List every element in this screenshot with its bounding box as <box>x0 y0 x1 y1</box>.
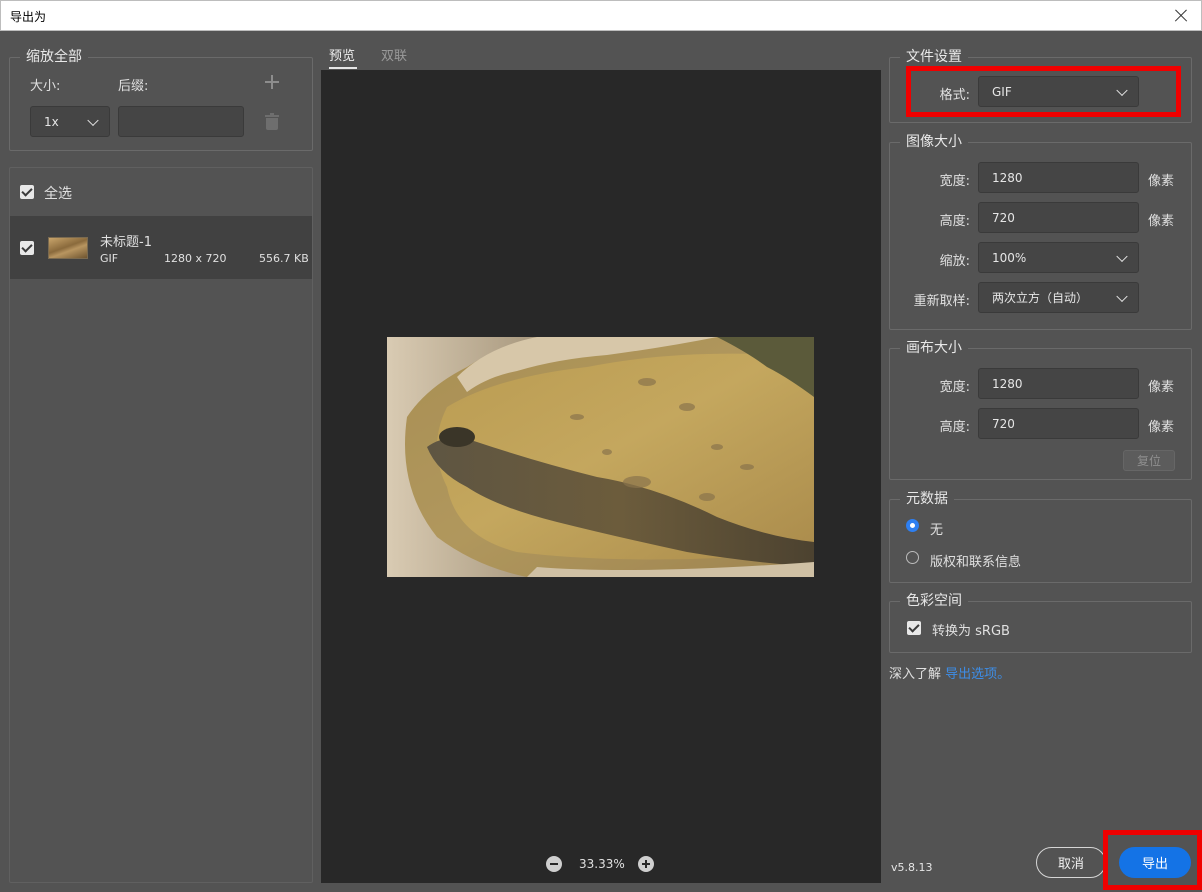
version-label: v5.8.13 <box>891 861 933 874</box>
color-space-title: 色彩空间 <box>900 592 968 610</box>
image-width-value: 1280 <box>992 170 1023 185</box>
image-height-input[interactable]: 720 <box>978 202 1139 233</box>
export-options-link[interactable]: 导出选项。 <box>945 667 1010 682</box>
zoom-level: 33.33% <box>579 857 625 871</box>
image-height-value: 720 <box>992 210 1015 225</box>
size-label: 大小: <box>30 79 61 94</box>
file-settings-title: 文件设置 <box>900 48 968 66</box>
format-select[interactable]: GIF <box>978 76 1139 107</box>
image-size-title: 图像大小 <box>900 133 968 151</box>
metadata-copyright-label: 版权和联系信息 <box>930 555 1022 570</box>
title-bar: 导出为 <box>0 0 1202 31</box>
file-size: 556.7 KB <box>259 252 309 265</box>
convert-srgb-checkbox[interactable] <box>907 621 921 635</box>
convert-srgb-label: 转换为 sRGB <box>932 624 1010 639</box>
select-all-checkbox[interactable] <box>20 185 34 199</box>
chevron-down-icon <box>1116 84 1128 96</box>
scale-select-value: 100% <box>992 250 1027 265</box>
metadata-none-label: 无 <box>930 523 944 538</box>
metadata-none-radio[interactable] <box>906 519 919 532</box>
close-icon[interactable] <box>1169 4 1193 28</box>
size-select-value: 1x <box>44 114 59 129</box>
image-height-unit: 像素 <box>1148 214 1175 229</box>
image-width-label: 宽度: <box>939 174 970 189</box>
canvas-width-unit: 像素 <box>1148 380 1175 395</box>
reset-button[interactable]: 复位 <box>1123 450 1175 471</box>
select-all-label: 全选 <box>44 186 72 202</box>
chevron-down-icon <box>1116 250 1128 262</box>
scale-all-title: 缩放全部 <box>20 48 88 66</box>
suffix-input[interactable] <box>118 106 244 137</box>
active-tab-indicator <box>329 67 357 69</box>
resample-select-value: 两次立方（自动） <box>992 291 1089 305</box>
tab-2up[interactable]: 双联 <box>381 45 407 64</box>
file-checkbox[interactable] <box>20 241 34 255</box>
canvas-width-label: 宽度: <box>939 380 970 395</box>
cancel-button[interactable]: 取消 <box>1036 847 1106 878</box>
zoom-in-icon[interactable] <box>638 856 654 872</box>
canvas-width-value: 1280 <box>992 376 1023 391</box>
file-dimensions: 1280 x 720 <box>164 252 227 265</box>
preview-image <box>387 337 814 577</box>
canvas-width-input[interactable]: 1280 <box>978 368 1139 399</box>
suffix-label: 后缀: <box>118 79 149 94</box>
metadata-group: 元数据 <box>889 490 1192 583</box>
add-scale-plus-icon[interactable] <box>264 74 280 90</box>
resample-label: 重新取样: <box>913 294 970 309</box>
file-list-item[interactable]: 未标题-1 GIF 1280 x 720 556.7 KB <box>10 216 312 279</box>
file-name: 未标题-1 <box>100 235 152 250</box>
learn-more-prefix: 深入了解 <box>889 667 942 682</box>
learn-more: 深入了解 导出选项。 <box>889 663 1010 682</box>
canvas-size-title: 画布大小 <box>900 339 968 357</box>
chevron-down-icon <box>87 114 99 126</box>
metadata-copyright-radio[interactable] <box>906 551 919 564</box>
tab-preview[interactable]: 预览 <box>329 45 355 64</box>
format-select-value: GIF <box>992 84 1012 99</box>
canvas-height-label: 高度: <box>939 420 970 435</box>
canvas-height-input[interactable]: 720 <box>978 408 1139 439</box>
format-label: 格式: <box>939 88 970 103</box>
size-select[interactable]: 1x <box>30 106 110 137</box>
metadata-title: 元数据 <box>900 490 954 508</box>
image-height-label: 高度: <box>939 214 970 229</box>
file-thumbnail <box>48 237 88 259</box>
window-title: 导出为 <box>10 10 47 24</box>
trash-icon[interactable] <box>265 113 279 131</box>
scale-label: 缩放: <box>939 254 970 269</box>
zoom-out-icon[interactable] <box>546 856 562 872</box>
canvas-height-value: 720 <box>992 416 1015 431</box>
scale-select[interactable]: 100% <box>978 242 1139 273</box>
export-button[interactable]: 导出 <box>1119 847 1191 878</box>
image-width-input[interactable]: 1280 <box>978 162 1139 193</box>
image-width-unit: 像素 <box>1148 174 1175 189</box>
canvas-height-unit: 像素 <box>1148 420 1175 435</box>
resample-select[interactable]: 两次立方（自动） <box>978 282 1139 313</box>
chevron-down-icon <box>1116 290 1128 302</box>
file-format: GIF <box>100 252 119 265</box>
